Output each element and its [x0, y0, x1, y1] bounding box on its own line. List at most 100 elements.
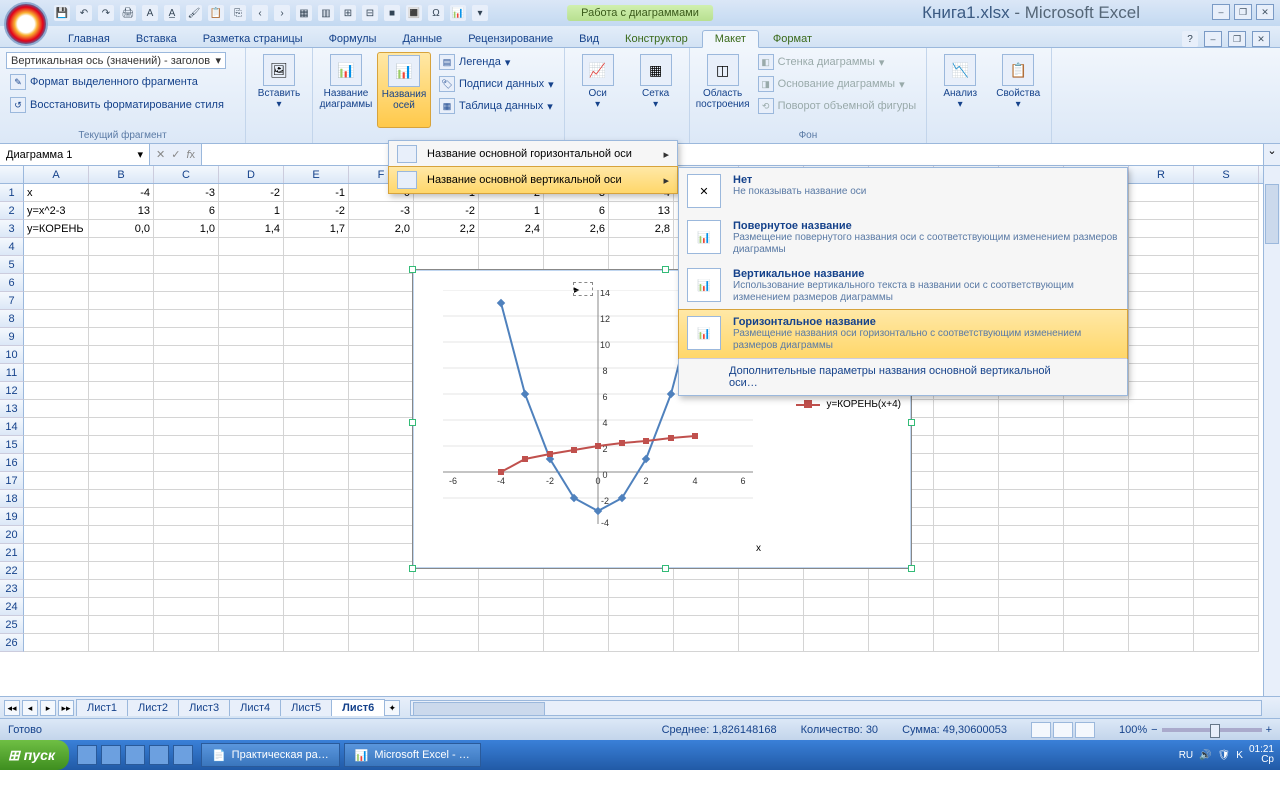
cell[interactable] — [154, 472, 219, 490]
cell[interactable] — [349, 508, 414, 526]
cell[interactable] — [1129, 256, 1194, 274]
cell[interactable] — [89, 274, 154, 292]
cancel-icon[interactable]: ✕ — [156, 148, 165, 161]
start-button[interactable]: ⊞ пуск — [0, 740, 69, 770]
row-header[interactable]: 22 — [0, 562, 24, 580]
cell[interactable] — [869, 616, 934, 634]
cell[interactable] — [24, 526, 89, 544]
cell[interactable] — [349, 580, 414, 598]
cell[interactable] — [999, 544, 1064, 562]
cell[interactable] — [24, 328, 89, 346]
qat-icon[interactable]: ⎘ — [230, 5, 246, 21]
cell[interactable] — [1129, 418, 1194, 436]
row-header[interactable]: 21 — [0, 544, 24, 562]
cell[interactable] — [219, 382, 284, 400]
cell[interactable]: -3 — [154, 184, 219, 202]
row-header[interactable]: 20 — [0, 526, 24, 544]
cell[interactable] — [1194, 382, 1259, 400]
view-page-break[interactable] — [1075, 722, 1095, 738]
gridlines-button[interactable]: ▦Сетка▾ — [629, 52, 683, 128]
row-header[interactable]: 17 — [0, 472, 24, 490]
cell[interactable] — [1064, 580, 1129, 598]
column-header[interactable]: S — [1194, 166, 1259, 183]
cell[interactable] — [24, 490, 89, 508]
row-header[interactable]: 25 — [0, 616, 24, 634]
cell[interactable] — [219, 436, 284, 454]
qat-icon[interactable]: 🔳 — [406, 5, 422, 21]
cell[interactable] — [284, 400, 349, 418]
cell[interactable] — [1064, 526, 1129, 544]
cell[interactable] — [89, 634, 154, 652]
zoom-out[interactable]: − — [1151, 724, 1157, 736]
ql-icon[interactable] — [149, 745, 169, 765]
cell[interactable] — [1064, 490, 1129, 508]
cell[interactable] — [284, 490, 349, 508]
fx-icon[interactable]: fx — [186, 149, 195, 161]
name-box[interactable]: Диаграмма 1▾ — [0, 144, 150, 165]
cell[interactable] — [89, 472, 154, 490]
ql-icon[interactable] — [101, 745, 121, 765]
row-header[interactable]: 5 — [0, 256, 24, 274]
cell[interactable] — [1194, 580, 1259, 598]
cell[interactable] — [284, 526, 349, 544]
cell[interactable] — [1194, 400, 1259, 418]
row-header[interactable]: 9 — [0, 328, 24, 346]
cell[interactable] — [1064, 634, 1129, 652]
cell[interactable] — [89, 292, 154, 310]
cell[interactable] — [24, 382, 89, 400]
tab-nav-last[interactable]: ▸▸ — [58, 700, 74, 716]
cell[interactable] — [154, 634, 219, 652]
cell[interactable] — [154, 238, 219, 256]
cell[interactable] — [934, 436, 999, 454]
cell[interactable] — [89, 544, 154, 562]
cell[interactable] — [219, 328, 284, 346]
cell[interactable] — [219, 544, 284, 562]
cell[interactable] — [284, 544, 349, 562]
cell[interactable] — [24, 238, 89, 256]
cell[interactable]: 2,8 — [609, 220, 674, 238]
cell[interactable] — [154, 274, 219, 292]
cell[interactable] — [24, 598, 89, 616]
cell[interactable] — [219, 616, 284, 634]
cell[interactable]: 13 — [609, 202, 674, 220]
office-button[interactable] — [4, 2, 48, 46]
tab-insert[interactable]: Вставка — [124, 31, 189, 47]
cell[interactable] — [934, 598, 999, 616]
cell[interactable] — [1194, 508, 1259, 526]
cell[interactable] — [349, 436, 414, 454]
row-header[interactable]: 1 — [0, 184, 24, 202]
cell[interactable] — [544, 634, 609, 652]
submenu-rotated[interactable]: 📊 Повернутое названиеРазмещение повернут… — [679, 214, 1127, 262]
cell[interactable] — [999, 400, 1064, 418]
vertical-scrollbar[interactable] — [1263, 166, 1280, 696]
cell[interactable] — [284, 418, 349, 436]
menu-vertical-axis-title[interactable]: Название основной вертикальной оси▸ — [388, 166, 678, 194]
cell[interactable] — [869, 634, 934, 652]
cell[interactable] — [349, 382, 414, 400]
cell[interactable] — [1064, 598, 1129, 616]
qat-icon[interactable]: ▦ — [296, 5, 312, 21]
cell[interactable] — [349, 310, 414, 328]
axes-button[interactable]: 📈Оси▾ — [571, 52, 625, 128]
cell[interactable]: 1 — [219, 202, 284, 220]
cell[interactable] — [154, 310, 219, 328]
cell[interactable] — [1129, 328, 1194, 346]
cell[interactable] — [24, 580, 89, 598]
qat-icon[interactable]: ▥ — [318, 5, 334, 21]
cell[interactable] — [154, 418, 219, 436]
cell[interactable] — [1194, 472, 1259, 490]
cell[interactable] — [284, 310, 349, 328]
cell[interactable] — [1129, 382, 1194, 400]
cell[interactable] — [804, 634, 869, 652]
row-header[interactable]: 2 — [0, 202, 24, 220]
row-header[interactable]: 16 — [0, 454, 24, 472]
cell[interactable] — [24, 400, 89, 418]
cell[interactable] — [219, 490, 284, 508]
cell[interactable] — [1194, 202, 1259, 220]
cell[interactable] — [154, 598, 219, 616]
cell[interactable] — [154, 256, 219, 274]
menu-horizontal-axis-title[interactable]: Название основной горизонтальной оси▸ — [389, 141, 677, 167]
cell[interactable] — [1129, 562, 1194, 580]
cell[interactable] — [24, 634, 89, 652]
cell[interactable] — [89, 382, 154, 400]
